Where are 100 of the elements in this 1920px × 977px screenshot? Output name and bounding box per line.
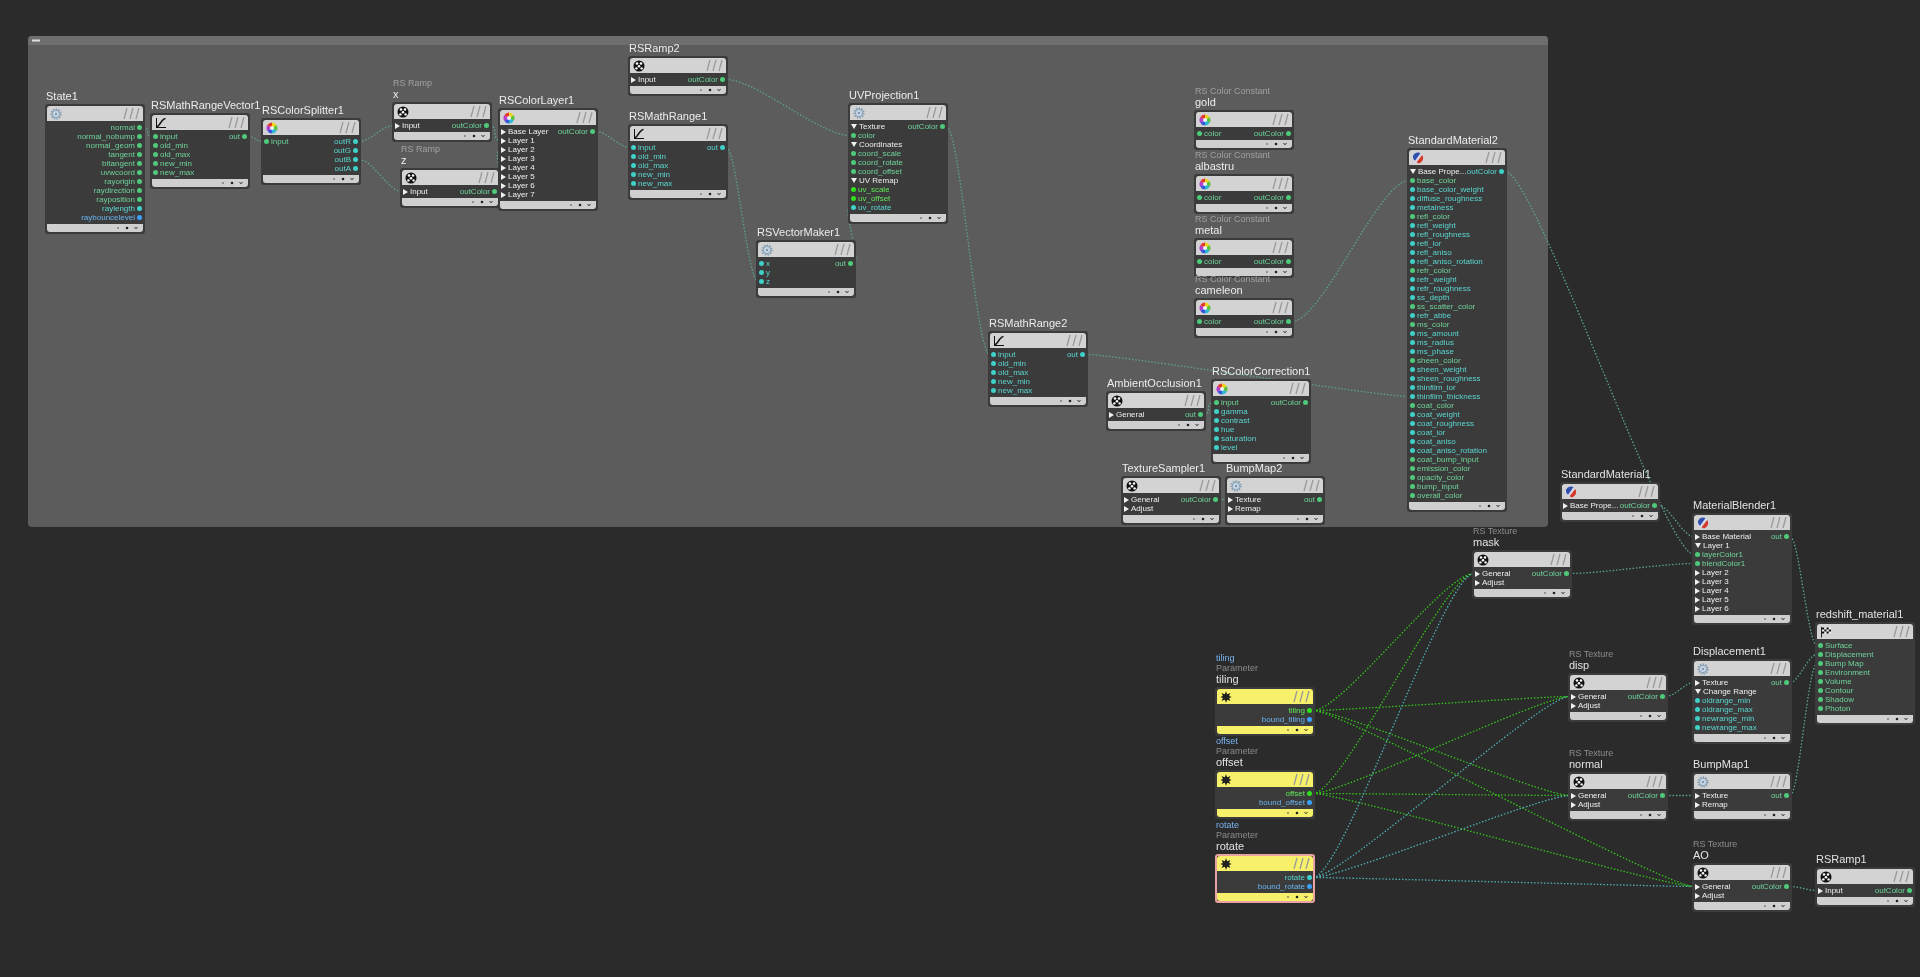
node-footer[interactable] xyxy=(1196,204,1292,212)
node-header[interactable] xyxy=(1570,675,1666,690)
node-card[interactable]: offset bound_offset xyxy=(1215,770,1315,819)
node-footer[interactable] xyxy=(1570,811,1666,819)
node-card[interactable]: Texture out Change Range oldrange_min oldrange_max newrange_min newrange_max xyxy=(1692,659,1792,744)
node-footer[interactable] xyxy=(1217,809,1313,817)
footer-dots-icon[interactable] xyxy=(1059,399,1081,403)
node-card[interactable]: Input outColor xyxy=(392,102,492,142)
footer-dots-icon[interactable] xyxy=(1177,423,1199,427)
node-card[interactable]: input outR outG outB outA xyxy=(261,118,361,185)
node-header[interactable] xyxy=(500,110,596,125)
header-stripes-icon[interactable] xyxy=(1290,690,1310,703)
footer-dots-icon[interactable] xyxy=(1265,142,1287,146)
footer-dots-icon[interactable] xyxy=(1286,728,1308,732)
node-card[interactable]: color outColor xyxy=(1194,110,1294,150)
node-header[interactable] xyxy=(1123,478,1219,493)
node-card[interactable]: x out y z xyxy=(756,240,856,298)
footer-dots-icon[interactable] xyxy=(569,203,591,207)
node-footer[interactable] xyxy=(47,224,143,232)
header-stripes-icon[interactable] xyxy=(1290,773,1310,786)
node-card[interactable]: Input outColor xyxy=(400,168,500,208)
footer-dots-icon[interactable] xyxy=(699,88,721,92)
node-card[interactable]: Base Layer outColor Layer 1 Layer 2 Layer 3 Layer 4 Layer 5 Layer 6 Layer 7 xyxy=(498,108,598,211)
node-header[interactable] xyxy=(1196,176,1292,191)
node-footer[interactable] xyxy=(1409,502,1505,510)
node-header[interactable] xyxy=(1217,689,1313,704)
node-card[interactable]: rotate bound_rotate xyxy=(1215,854,1315,903)
footer-dots-icon[interactable] xyxy=(1763,736,1785,740)
input-arrow-icon[interactable] xyxy=(631,76,636,83)
footer-dots-icon[interactable] xyxy=(1763,904,1785,908)
node-footer[interactable] xyxy=(758,288,854,296)
node-footer[interactable] xyxy=(1196,328,1292,336)
node-card[interactable]: Texture out Remap xyxy=(1225,476,1325,525)
footer-dots-icon[interactable] xyxy=(827,290,849,294)
footer-dots-icon[interactable] xyxy=(1265,270,1287,274)
footer-dots-icon[interactable] xyxy=(1282,456,1304,460)
node-card[interactable]: input out old_min old_max new_min new_max xyxy=(988,331,1088,407)
node-header[interactable] xyxy=(152,115,248,130)
footer-dots-icon[interactable] xyxy=(1631,514,1653,518)
node-footer[interactable] xyxy=(1694,902,1790,910)
node-header[interactable] xyxy=(1409,150,1505,165)
node-card[interactable]: General outColor Adjust xyxy=(1568,772,1668,821)
node-header[interactable] xyxy=(1196,300,1292,315)
node-footer[interactable] xyxy=(402,198,498,206)
node-header[interactable] xyxy=(402,170,498,185)
footer-dots-icon[interactable] xyxy=(1639,813,1661,817)
expand-arrow-icon[interactable] xyxy=(851,142,857,147)
node-header[interactable] xyxy=(263,120,359,135)
expand-arrow-icon[interactable] xyxy=(1695,689,1701,694)
input-arrow-icon[interactable] xyxy=(1695,679,1700,686)
node-header[interactable] xyxy=(1694,774,1790,789)
node-header[interactable] xyxy=(630,126,726,141)
node-header[interactable] xyxy=(1196,240,1292,255)
node-header[interactable] xyxy=(1108,393,1204,408)
node-card[interactable] xyxy=(1407,148,1507,512)
footer-dots-icon[interactable] xyxy=(919,216,941,220)
footer-dots-icon[interactable] xyxy=(1286,895,1308,899)
node-footer[interactable] xyxy=(1694,734,1790,742)
node-card[interactable]: Texture outColor color Coordinates coord_scale coord_rotate coord_offset UV Remap uv_scale uv_offset uv_rotate xyxy=(848,103,948,224)
footer-dots-icon[interactable] xyxy=(471,200,493,204)
expand-arrow-icon[interactable] xyxy=(1695,543,1701,548)
node-footer[interactable] xyxy=(630,86,726,94)
footer-dots-icon[interactable] xyxy=(332,177,354,181)
expand-arrow-icon[interactable] xyxy=(851,124,857,129)
node-footer[interactable] xyxy=(394,132,490,140)
footer-dots-icon[interactable] xyxy=(699,192,721,196)
node-card[interactable]: Texture out Remap xyxy=(1692,772,1792,821)
footer-dots-icon[interactable] xyxy=(1286,811,1308,815)
node-header[interactable] xyxy=(47,106,143,121)
node-card[interactable]: Input outColor xyxy=(1815,867,1915,907)
node-header[interactable] xyxy=(394,104,490,119)
expand-arrow-icon[interactable] xyxy=(851,178,857,183)
node-card[interactable]: tiling bound_tiling xyxy=(1215,687,1315,736)
input-arrow-icon[interactable] xyxy=(403,188,408,195)
node-footer[interactable] xyxy=(1217,893,1313,901)
footer-dots-icon[interactable] xyxy=(1886,717,1908,721)
footer-dots-icon[interactable] xyxy=(1543,591,1565,595)
node-footer[interactable] xyxy=(1694,615,1790,623)
node-card[interactable]: General outColor Adjust xyxy=(1568,673,1668,722)
input-arrow-icon[interactable] xyxy=(395,122,400,129)
node-header[interactable] xyxy=(1817,624,1913,639)
node-card[interactable]: normal normal_nobump normal_geom tangent bitangent uvwcoord rayorigin raydirection rayposition raylength raybouncelevel xyxy=(45,104,145,234)
footer-dots-icon[interactable] xyxy=(1296,517,1318,521)
node-header[interactable] xyxy=(1570,774,1666,789)
input-arrow-icon[interactable] xyxy=(1818,887,1823,894)
node-card[interactable]: General out xyxy=(1106,391,1206,431)
node-card[interactable]: color outColor xyxy=(1194,298,1294,338)
footer-dots-icon[interactable] xyxy=(1763,617,1785,621)
node-footer[interactable] xyxy=(1562,512,1658,520)
node-footer[interactable] xyxy=(850,214,946,222)
node-footer[interactable] xyxy=(1227,515,1323,523)
node-footer[interactable] xyxy=(1817,897,1913,905)
footer-dots-icon[interactable] xyxy=(221,181,243,185)
node-header[interactable] xyxy=(1217,772,1313,787)
footer-dots-icon[interactable] xyxy=(1763,813,1785,817)
node-header[interactable] xyxy=(850,105,946,120)
node-header[interactable] xyxy=(630,58,726,73)
node-footer[interactable] xyxy=(1123,515,1219,523)
node-header[interactable] xyxy=(1694,515,1790,530)
node-card[interactable]: General outColor Adjust xyxy=(1121,476,1221,525)
